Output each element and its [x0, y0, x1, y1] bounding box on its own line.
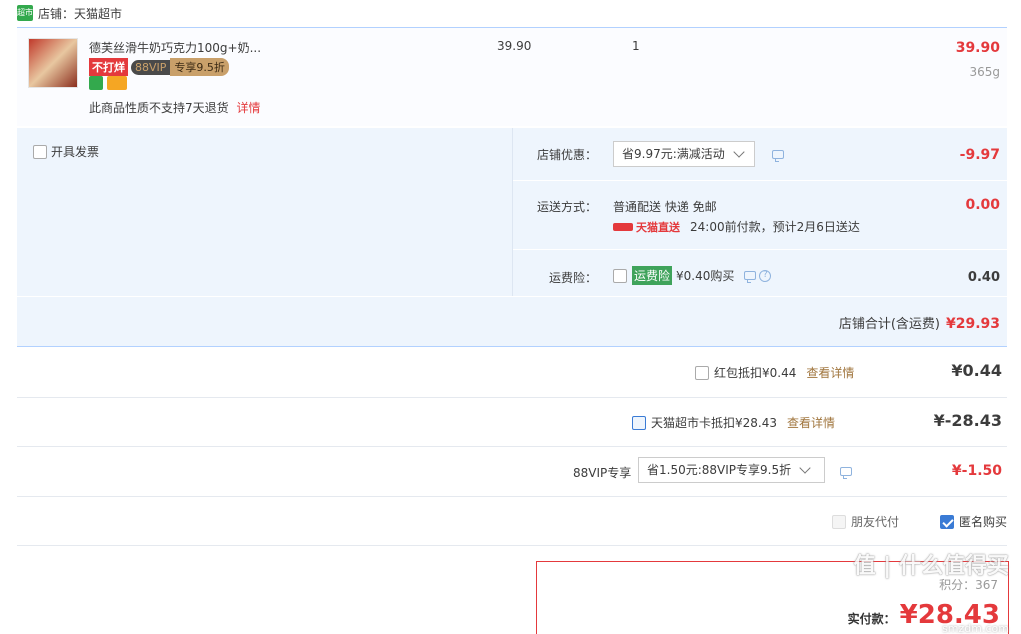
tmall-direct-icon [613, 222, 633, 231]
return-detail-link[interactable]: 详情 [236, 101, 260, 115]
insurance-label: 运费险： [549, 271, 598, 285]
insurance-price: ¥0.40购买 [676, 269, 735, 283]
vip88-select[interactable]: 省1.50元:88VIP专享9.5折 [638, 457, 825, 483]
chevron-down-icon [799, 462, 811, 474]
quantity: 1 [632, 39, 640, 53]
badge-88vip: 88VIP [131, 59, 171, 75]
message-icon[interactable] [772, 150, 784, 162]
points-text: 积分：367 [939, 578, 998, 592]
item-row: 德芙丝滑牛奶巧克力100g+奶... 不打烊 88VIP 专享9.5折 此商品性… [17, 28, 1007, 126]
anonymous-label: 匿名购买 [959, 515, 1008, 529]
service-icon [89, 76, 103, 90]
message-icon[interactable] [840, 467, 852, 479]
shipping-eta: 24:00前付款，预计2月6日送达 [690, 220, 860, 234]
tmall-direct-label: 天猫直送 [636, 220, 680, 234]
shop-discount-select[interactable]: 省9.97元:满减活动 [613, 141, 755, 167]
insurance-amount: 0.40 [967, 270, 1000, 285]
shop-total-amount: ¥29.93 [945, 316, 1000, 332]
badge-88vip-discount: 专享9.5折 [170, 58, 229, 76]
badge-no-discount: 不打烊 [89, 58, 128, 76]
help-icon[interactable]: ? [759, 269, 772, 282]
vip88-amount: ¥-1.50 [951, 463, 1002, 479]
chevron-down-icon [733, 146, 745, 158]
pay-label: 实付款： [847, 612, 896, 626]
shop-name[interactable]: 店铺：天猫超市 [38, 5, 122, 22]
market-card-amount: ¥-28.43 [933, 411, 1002, 430]
shipping-method: 普通配送 快递 免邮 [613, 200, 717, 214]
friend-pay-checkbox[interactable] [832, 514, 846, 529]
shop-header: 超市 店铺：天猫超市 [17, 0, 122, 26]
insurance-checkbox[interactable] [613, 268, 627, 283]
pay-amount: ¥28.43 [899, 600, 1000, 630]
return-note: 此商品性质不支持7天退货 [89, 101, 229, 115]
message-icon[interactable] [744, 271, 757, 283]
shipping-label: 运送方式： [537, 200, 598, 214]
market-card-detail-link[interactable]: 查看详情 [787, 414, 835, 431]
item-weight: 365g [969, 65, 1000, 79]
red-packet-checkbox[interactable] [695, 365, 709, 380]
order-options-panel: 开具发票 店铺优惠： 省9.97元:满减活动 -9.97 运送方式： 普通配送 … [17, 128, 1007, 346]
vip88-label: 88VIP专享 [573, 466, 632, 480]
friend-pay-label: 朋友代付 [851, 515, 900, 529]
red-packet-detail-link[interactable]: 查看详情 [806, 364, 854, 381]
shop-total-label: 店铺合计(含运费) [838, 317, 940, 332]
anonymous-checkbox[interactable] [940, 514, 954, 529]
card-icon [107, 76, 127, 90]
shipping-amount: 0.00 [965, 197, 1000, 213]
invoice-checkbox[interactable] [33, 144, 47, 159]
vip88-selected: 省1.50元:88VIP专享9.5折 [647, 463, 792, 477]
insurance-tag: 运费险 [632, 266, 673, 285]
product-title[interactable]: 德芙丝滑牛奶巧克力100g+奶... [89, 39, 261, 56]
tmall-market-logo-icon: 超市 [17, 5, 33, 21]
invoice-label: 开具发票 [51, 145, 100, 159]
red-packet-amount: ¥0.44 [951, 361, 1002, 380]
market-card-label: 天猫超市卡抵扣¥28.43 [651, 416, 777, 430]
shop-discount-amount: -9.97 [959, 147, 1000, 163]
shop-discount-selected: 省9.97元:满减活动 [622, 147, 725, 161]
market-card-checkbox[interactable] [632, 415, 646, 430]
payment-summary-box: 积分：367 实付款： ¥28.43 [536, 561, 1009, 634]
shop-discount-label: 店铺优惠： [537, 148, 598, 162]
red-packet-label: 红包抵扣¥0.44 [714, 366, 797, 380]
product-thumbnail[interactable] [28, 38, 78, 88]
unit-price: 39.90 [497, 39, 532, 53]
item-subtotal: 39.90 [955, 40, 1000, 56]
